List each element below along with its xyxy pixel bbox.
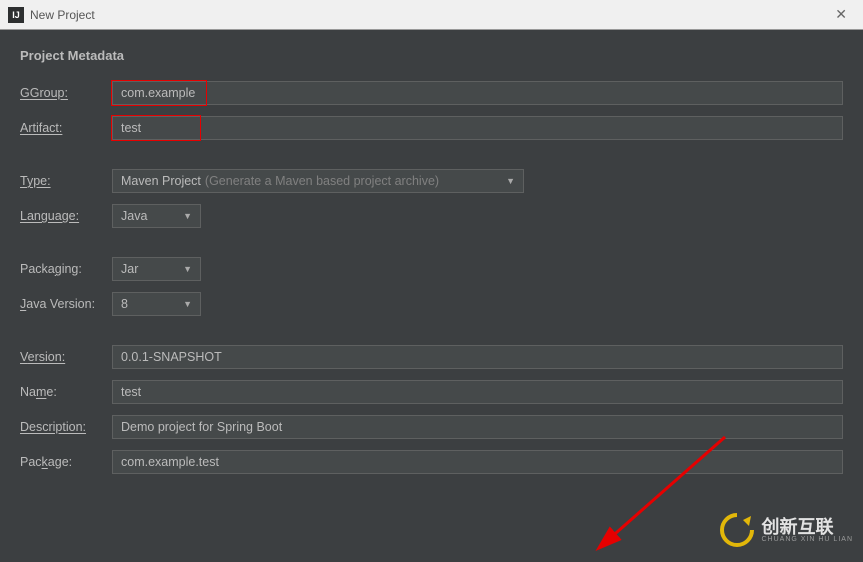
label-type: Type: <box>20 174 112 188</box>
row-name: Name: <box>20 380 843 404</box>
group-input[interactable] <box>112 81 843 105</box>
window-title: New Project <box>30 8 827 22</box>
chevron-down-icon: ▼ <box>183 299 192 309</box>
version-input[interactable] <box>112 345 843 369</box>
label-artifact: Artifact: <box>20 121 112 135</box>
label-group: GGroup: <box>20 86 112 100</box>
label-java-version: Java Version: <box>20 297 112 311</box>
package-input[interactable] <box>112 450 843 474</box>
label-package: Package: <box>20 455 112 469</box>
chevron-down-icon: ▼ <box>183 211 192 221</box>
app-icon: IJ <box>8 7 24 23</box>
type-select[interactable]: Maven Project (Generate a Maven based pr… <box>112 169 524 193</box>
watermark-icon <box>719 512 755 548</box>
row-group: GGroup: <box>20 81 843 105</box>
watermark-subtext: CHUANG XIN HU LIAN <box>761 536 853 543</box>
packaging-select[interactable]: Jar ▼ <box>112 257 201 281</box>
close-icon[interactable]: ✕ <box>827 6 855 23</box>
row-type: Type: Maven Project (Generate a Maven ba… <box>20 169 843 193</box>
description-input[interactable] <box>112 415 843 439</box>
label-version: Version: <box>20 350 112 364</box>
row-packaging: Packaging: Jar ▼ <box>20 257 843 281</box>
row-language: Language: Java ▼ <box>20 204 843 228</box>
type-hint: (Generate a Maven based project archive) <box>205 174 439 188</box>
packaging-value: Jar <box>121 262 138 276</box>
type-value: Maven Project <box>121 174 201 188</box>
label-name: Name: <box>20 385 112 399</box>
chevron-down-icon: ▼ <box>183 264 192 274</box>
watermark: 创新互联 CHUANG XIN HU LIAN <box>719 512 853 548</box>
row-description: Description: <box>20 415 843 439</box>
artifact-input[interactable] <box>112 116 843 140</box>
label-language: Language: <box>20 209 112 223</box>
row-artifact: Artifact: <box>20 116 843 140</box>
section-title: Project Metadata <box>20 48 843 63</box>
row-java-version: Java Version: 8 ▼ <box>20 292 843 316</box>
language-value: Java <box>121 209 147 223</box>
chevron-down-icon: ▼ <box>506 176 515 186</box>
java-version-select[interactable]: 8 ▼ <box>112 292 201 316</box>
watermark-text: 创新互联 <box>761 518 853 536</box>
java-version-value: 8 <box>121 297 128 311</box>
label-packaging: Packaging: <box>20 262 112 276</box>
name-input[interactable] <box>112 380 843 404</box>
title-bar: IJ New Project ✕ <box>0 0 863 30</box>
row-package: Package: <box>20 450 843 474</box>
row-version: Version: <box>20 345 843 369</box>
language-select[interactable]: Java ▼ <box>112 204 201 228</box>
label-description: Description: <box>20 420 112 434</box>
dialog-content: Project Metadata GGroup: Artifact: Type:… <box>0 30 863 503</box>
